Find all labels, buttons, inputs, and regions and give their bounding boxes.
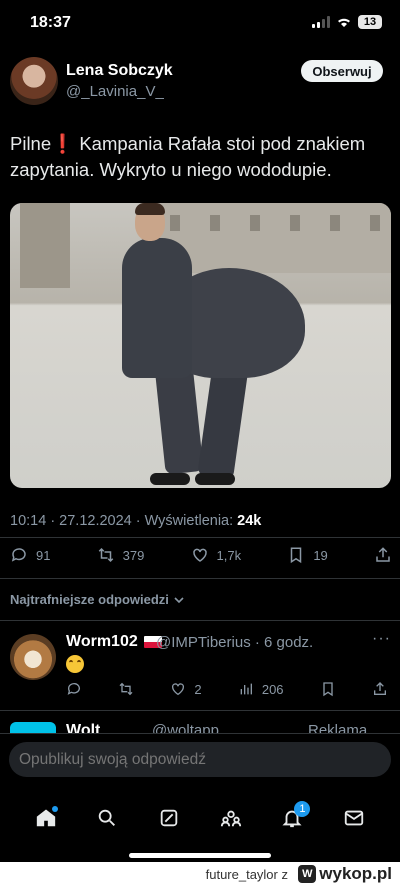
battery-indicator: 13 [358, 15, 382, 29]
communities-icon [220, 810, 241, 827]
reply-icon [67, 683, 80, 695]
home-indicator [129, 853, 271, 858]
reply-handle: @IMPTiberius · 6 godz. [156, 634, 314, 651]
image-figure-shoe [195, 473, 235, 485]
bookmark-icon [323, 682, 333, 697]
footer-separator: z [281, 867, 289, 882]
tweet-actions: 91 379 1,7k 19 [10, 546, 392, 564]
like-button[interactable]: 1,7k [191, 546, 242, 564]
reply-share-button[interactable] [372, 681, 388, 697]
tab-home[interactable] [26, 798, 66, 838]
signal-icon [312, 16, 330, 28]
author-handle[interactable]: @_Lavinia_V_ [66, 83, 164, 100]
views-count: 24k [237, 513, 262, 529]
heart-icon [172, 683, 185, 696]
wykop-logo: Wwykop.pl [298, 864, 392, 884]
image-figure-hair [135, 203, 165, 215]
reply-bookmark-button[interactable] [320, 681, 336, 697]
author-avatar[interactable] [10, 57, 58, 105]
reply-views-button[interactable]: 206 [238, 681, 284, 697]
image-column [20, 203, 70, 288]
tweet-text-prefix: Pilne [10, 133, 52, 154]
divider [0, 578, 400, 579]
sort-label: Najtrafniejsze odpowiedzi [10, 592, 169, 607]
footer-username: future_taylor [205, 867, 278, 882]
tweet-text: Pilne❗ Kampania Rafała stoi pod znakiem … [10, 131, 390, 183]
reply-count: 91 [36, 547, 51, 563]
bookmark-count: 19 [313, 547, 328, 563]
retweet-count: 379 [122, 547, 145, 563]
image-figure-shoe [150, 473, 190, 485]
tweet-image[interactable] [10, 203, 391, 488]
author-name[interactable]: Lena Sobczyk [66, 62, 173, 80]
tab-notifications[interactable]: 1 [272, 798, 312, 838]
chevron-down-icon [174, 596, 184, 603]
reply-avatar[interactable] [10, 634, 56, 680]
reply-like-button[interactable]: 2 [170, 681, 202, 697]
views-chart-icon [240, 683, 252, 695]
image-figure-leg [154, 361, 204, 475]
reply-like-count: 2 [194, 681, 202, 697]
bookmark-button[interactable]: 19 [287, 546, 328, 564]
exclamation-icon: ❗ [51, 133, 75, 154]
heart-icon [192, 548, 207, 562]
home-dot [51, 806, 58, 812]
grok-icon [160, 809, 178, 827]
notifications-badge: 1 [294, 801, 311, 817]
tweet-meta: 10:14 · 27.12.2024 · Wyświetlenia: 24k [10, 513, 261, 529]
share-button[interactable] [374, 546, 392, 564]
like-count: 1,7k [216, 547, 242, 563]
search-icon [99, 809, 116, 826]
follow-button[interactable]: Obserwuj [301, 60, 383, 82]
bookmark-icon [291, 547, 302, 564]
reply-input[interactable] [9, 742, 391, 777]
footer-user: future_taylor z [206, 867, 288, 882]
wifi-icon [338, 18, 350, 27]
tab-communities[interactable] [211, 798, 251, 838]
reply-retweet-button[interactable] [118, 681, 134, 697]
tab-messages[interactable] [334, 798, 374, 838]
footer-brand: wykop.pl [319, 864, 392, 883]
retweet-button[interactable]: 379 [97, 546, 145, 564]
tab-bar: 1 [0, 788, 400, 848]
reply-author-name: Worm102 [66, 633, 138, 650]
divider [0, 710, 400, 711]
divider [0, 537, 400, 538]
sort-dropdown[interactable]: Najtrafniejsze odpowiedzi [10, 592, 185, 607]
wykop-logo-icon: W [298, 865, 317, 883]
share-icon [373, 682, 386, 695]
retweet-icon [98, 547, 113, 563]
retweet-icon [119, 682, 133, 696]
tweet-timestamp: 10:14 · 27.12.2024 · Wyświetlenia: [10, 513, 238, 529]
reply-actions: 2 206 [66, 681, 388, 697]
more-options-icon[interactable]: ··· [372, 630, 391, 648]
status-icons: 13 [312, 15, 382, 29]
image-figure-body [122, 238, 192, 378]
reply-button[interactable]: 91 [10, 546, 50, 564]
image-figure-leg [197, 361, 249, 480]
reply-reply-button[interactable] [66, 681, 82, 697]
reply-icon [11, 548, 26, 562]
laughing-emoji-icon [66, 655, 84, 673]
tab-search[interactable] [87, 798, 127, 838]
tab-grok[interactable] [149, 798, 189, 838]
mail-icon [344, 810, 364, 826]
reply-author[interactable]: Worm102 [66, 633, 162, 651]
divider [0, 620, 400, 621]
share-icon [376, 547, 390, 562]
reply-views-count: 206 [261, 681, 284, 697]
status-time: 18:37 [30, 14, 71, 31]
